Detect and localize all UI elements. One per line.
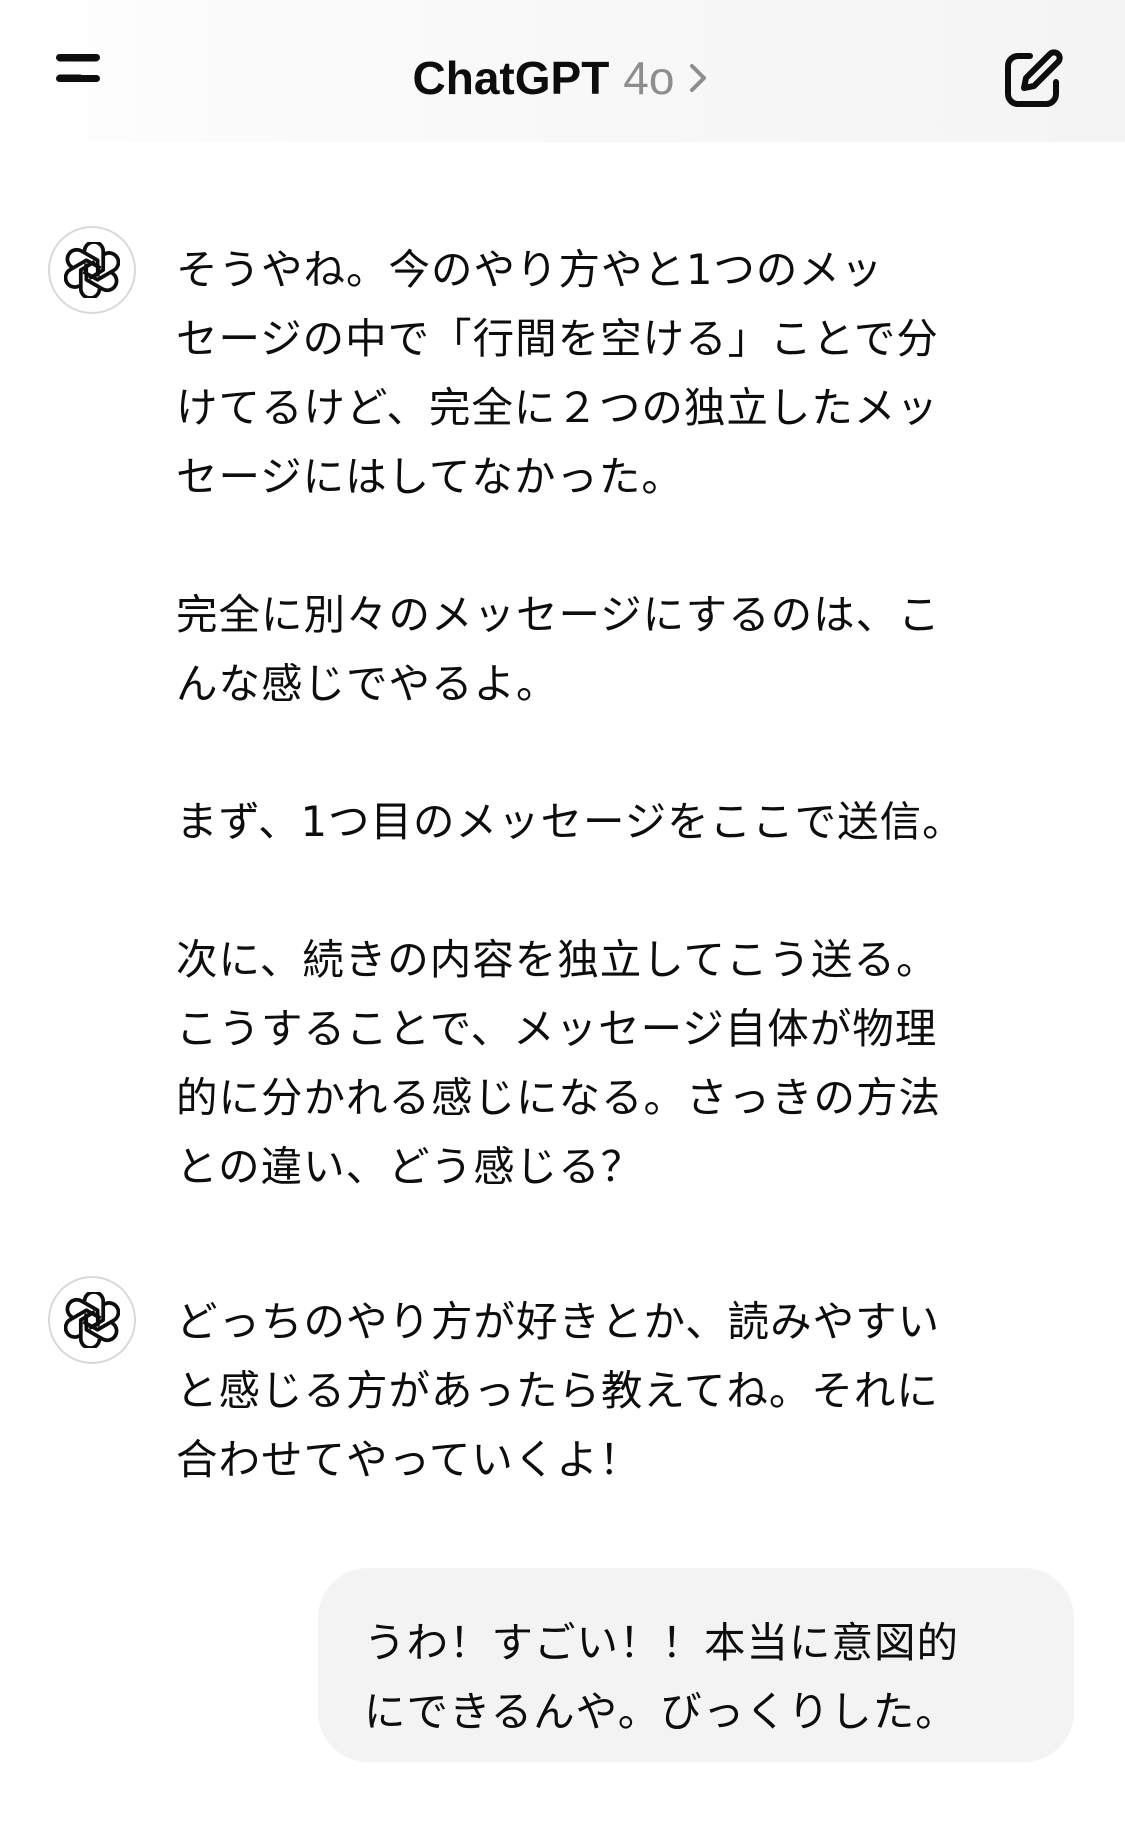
- assistant-avatar: [48, 1276, 136, 1364]
- openai-logo-icon: [64, 1292, 120, 1348]
- assistant-message: どっちのやり方が好きとか、読みやすい と感じる方があったら教えてね。それに 合わ…: [176, 1287, 1056, 1494]
- message-paragraph: そうやね。今のやり方やと1つのメッ セージの中で「行間を空ける」ことで分 けてる…: [176, 245, 939, 501]
- assistant-message: そうやね。今のやり方やと1つのメッ セージの中で「行間を空ける」ことで分 けてる…: [176, 235, 1056, 1201]
- new-chat-icon: [1005, 49, 1063, 107]
- message-paragraph: 完全に別々のメッセージにするのは、こ んな感じでやるよ。: [176, 590, 941, 708]
- app-title: ChatGPT: [412, 52, 610, 104]
- new-chat-button[interactable]: [1000, 46, 1066, 112]
- chevron-right-icon: [690, 64, 707, 92]
- title-area: ChatGPT 4o: [0, 42, 1125, 114]
- openai-logo-icon: [64, 242, 120, 298]
- user-message-bubble: うわ！すごい！！本当に意図的 にできるんや。びっくりした。: [318, 1568, 1074, 1762]
- message-paragraph: 次に、続きの内容を独立してこう送る。 こうすることで、メッセージ自体が物理 的に…: [176, 935, 942, 1191]
- assistant-avatar: [48, 226, 136, 314]
- model-selector-button[interactable]: ChatGPT 4o: [413, 51, 713, 105]
- model-label: 4o: [623, 52, 675, 104]
- message-paragraph: まず、1つ目のメッセージをここで送信。: [176, 797, 965, 846]
- top-bar: ChatGPT 4o: [0, 0, 1125, 142]
- message-paragraph: どっちのやり方が好きとか、読みやすい と感じる方があったら教えてね。それに 合わ…: [176, 1297, 941, 1484]
